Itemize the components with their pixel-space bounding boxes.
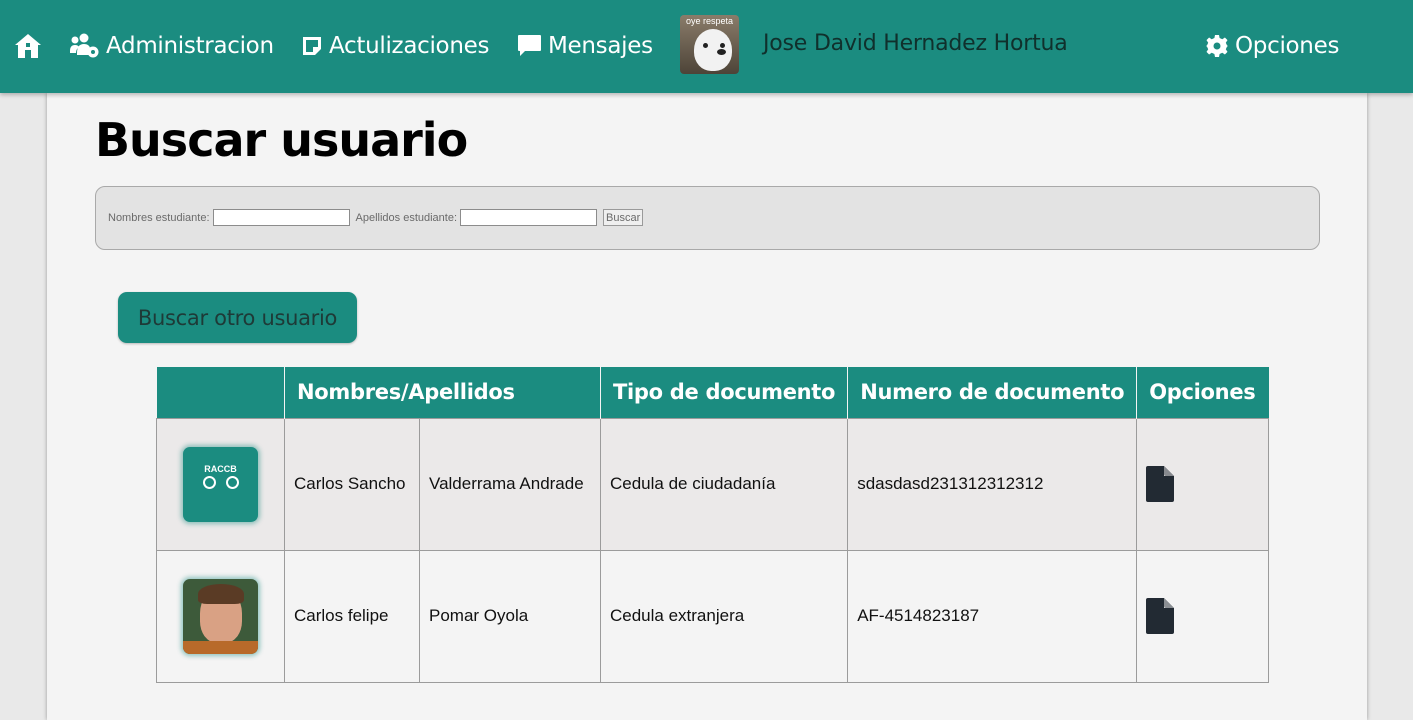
doc-number-cell: sdasdasd231312312312 [847, 417, 1138, 551]
nav-home[interactable] [14, 30, 42, 62]
first-name-label: Nombres estudiante: [108, 211, 210, 224]
raccb-logo-image: RACCB [183, 446, 258, 522]
photo-cell: RACCB [156, 417, 285, 551]
header-options: Opciones [1136, 367, 1269, 418]
nav-actualizaciones[interactable]: Actulizaciones [301, 30, 489, 62]
page-title: Buscar usuario [95, 113, 468, 167]
table-row: Carlos felipe Pomar Oyola Cedula extranj… [156, 549, 1270, 683]
doc-type-cell: Cedula extranjera [599, 549, 849, 683]
logo-text: RACCB [204, 463, 237, 474]
search-other-user-button[interactable]: Buscar otro usuario [118, 292, 357, 343]
nav-mensajes-label: Mensajes [548, 33, 653, 59]
search-button[interactable]: Buscar [603, 209, 644, 226]
last-name-cell: Pomar Oyola [419, 549, 601, 683]
doc-type-cell: Cedula de ciudadanía [599, 417, 849, 551]
first-name-cell: Carlos Sancho [284, 417, 420, 551]
user-avatar[interactable]: oye respeta [680, 15, 739, 74]
document-icon[interactable] [1146, 598, 1259, 634]
home-icon [14, 33, 42, 59]
avatar-caption: oye respeta [685, 16, 734, 26]
last-name-cell: Valderrama Andrade [419, 417, 601, 551]
header-names: Nombres/Apellidos [284, 367, 601, 418]
table-row: RACCB Carlos Sancho Valderrama Andrade C… [156, 417, 1270, 551]
nav-opciones[interactable]: Opciones [1205, 30, 1339, 62]
photo-cell [156, 549, 285, 683]
last-name-label: Apellidos estudiante: [355, 211, 458, 224]
top-navbar: Administracion Actulizaciones Mensajes o… [0, 0, 1413, 93]
users-cog-icon [70, 33, 100, 59]
options-cell [1136, 549, 1270, 683]
nav-actualizaciones-label: Actulizaciones [329, 33, 490, 59]
user-photo-image [183, 578, 258, 654]
header-doc-type: Tipo de documento [599, 367, 848, 418]
header-doc-number: Numero de documento [847, 367, 1137, 418]
last-name-input[interactable] [460, 209, 598, 226]
table-header-row: Nombres/Apellidos Tipo de documento Nume… [156, 367, 1269, 418]
doc-number-cell: AF-4514823187 [847, 549, 1138, 683]
gear-icon [1205, 34, 1229, 58]
search-form: Nombres estudiante: Apellidos estudiante… [95, 186, 1320, 250]
nav-mensajes[interactable]: Mensajes [517, 30, 653, 62]
options-cell [1136, 417, 1270, 551]
first-name-cell: Carlos felipe [284, 549, 420, 683]
user-name: Jose David Hernadez Hortua [763, 31, 1068, 56]
message-icon [517, 34, 542, 58]
nav-opciones-label: Opciones [1235, 33, 1340, 59]
header-photo [156, 367, 285, 418]
avatar-image [694, 29, 732, 71]
sticky-note-icon [301, 35, 323, 57]
document-icon[interactable] [1146, 466, 1259, 502]
first-name-input[interactable] [212, 209, 350, 226]
nav-administracion[interactable]: Administracion [70, 30, 274, 62]
nav-administracion-label: Administracion [106, 33, 274, 59]
users-table: Nombres/Apellidos Tipo de documento Nume… [156, 367, 1270, 683]
